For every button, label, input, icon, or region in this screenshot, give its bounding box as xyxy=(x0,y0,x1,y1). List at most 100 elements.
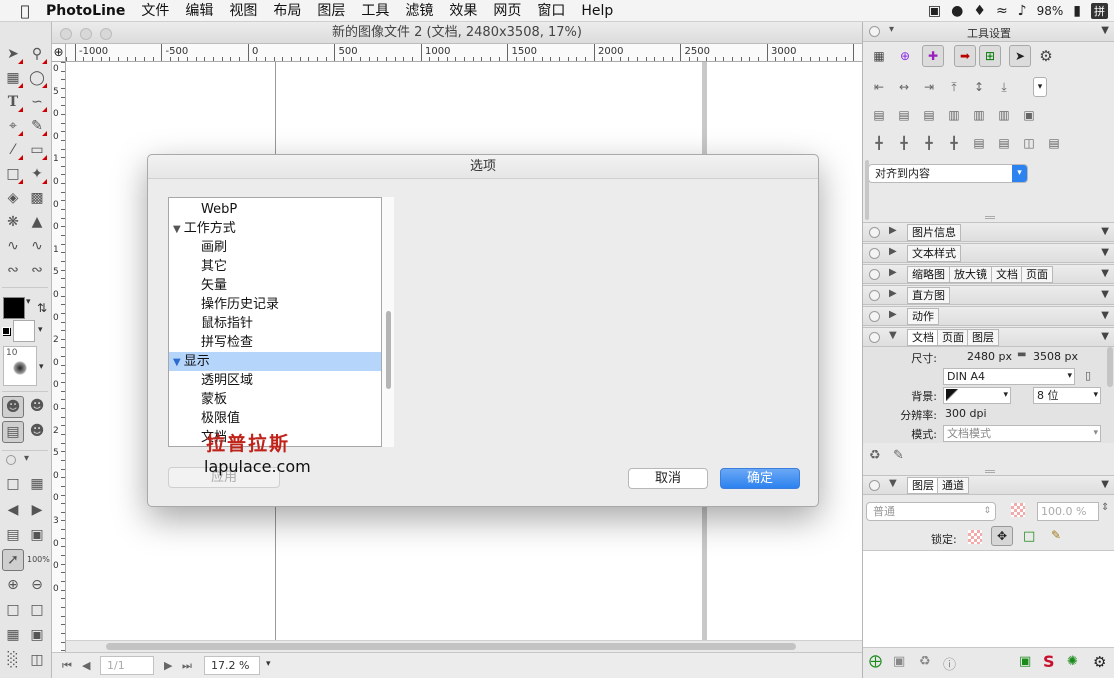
panel-menu-icon[interactable]: ▼ xyxy=(1101,247,1109,258)
distribute-vcenter-icon[interactable]: ▤ xyxy=(995,134,1013,152)
eyedropper-icon[interactable]: ✎ xyxy=(27,116,47,136)
panel-menu-icon[interactable]: ▼ xyxy=(1101,226,1109,237)
panel-close-button[interactable] xyxy=(869,290,880,301)
zoom-tool-icon[interactable]: ⚲ xyxy=(27,44,47,64)
page-field[interactable]: 1/1 xyxy=(100,656,154,675)
next-icon[interactable]: ▶ xyxy=(27,500,47,520)
brush-tool-icon[interactable]: ⁄ xyxy=(3,140,23,160)
swap-colors-icon[interactable]: ⇅ xyxy=(37,301,47,315)
smudge-tool-icon[interactable]: ∿ xyxy=(3,236,23,256)
zoom-dropdown-icon[interactable]: ▾ xyxy=(266,659,271,669)
color-dropdown-icon[interactable]: ▾ xyxy=(26,297,31,307)
zoom-field[interactable]: 17.2 % xyxy=(204,656,260,675)
list-item[interactable]: WebP xyxy=(169,200,381,219)
resolution-value[interactable]: 300 dpi xyxy=(945,407,987,420)
fullscreen-icon[interactable]: ▣ xyxy=(27,625,47,645)
tab-page[interactable]: 页面 xyxy=(937,329,969,346)
split-view-icon[interactable]: ◫ xyxy=(27,650,47,670)
panel-menu-icon[interactable]: ▼ xyxy=(1101,25,1109,36)
lock-size-icon[interactable]: □ xyxy=(1023,529,1035,544)
tab-doc[interactable]: 文档 xyxy=(907,329,939,346)
image-info-header[interactable]: ▶ 图片信息 ▼ xyxy=(863,222,1114,242)
crop-tool-icon[interactable]: ⌖ xyxy=(3,116,23,136)
collapse-arrow-icon[interactable]: ▼ xyxy=(889,478,897,489)
next-page-icon[interactable]: ▶ xyxy=(164,659,172,672)
background-select[interactable]: ▾ xyxy=(943,387,1011,404)
collapse-arrow-icon[interactable]: ▼ xyxy=(889,330,897,341)
panel-close-button[interactable] xyxy=(869,227,880,238)
align-right-edge-icon[interactable]: ▤ xyxy=(920,106,938,124)
first-page-icon[interactable]: ⏮ xyxy=(62,659,72,673)
disclosure-triangle-icon[interactable]: ▼ xyxy=(173,353,181,372)
ellipse-tool-icon[interactable]: ◯ xyxy=(27,68,47,88)
panel-menu-icon[interactable]: ▼ xyxy=(1101,268,1109,279)
distribute-hcenter-icon[interactable]: ╋ xyxy=(895,134,913,152)
new-document-icon[interactable]: □ xyxy=(3,474,23,494)
align-top-edge-icon[interactable]: ▥ xyxy=(945,106,963,124)
eraser-tool-icon[interactable]: ▭ xyxy=(27,140,47,160)
wifi-icon[interactable]: ≈ xyxy=(996,3,1008,19)
align-top-icon[interactable]: ⤒ xyxy=(945,78,963,96)
history-icon[interactable]: ▤ xyxy=(3,525,23,545)
properties-scrollbar[interactable] xyxy=(1107,347,1113,387)
align-target-select[interactable]: 对齐到内容 ▾ xyxy=(868,164,1028,183)
panel-menu-icon[interactable]: ▼ xyxy=(1101,331,1109,342)
ruler-origin-icon[interactable]: ⊕ xyxy=(52,44,66,62)
actions-header[interactable]: ▶ 动作 ▼ xyxy=(863,306,1114,326)
opacity-field[interactable]: 100.0 % xyxy=(1037,502,1099,521)
scrollbar-thumb[interactable] xyxy=(106,643,796,650)
menu-view[interactable]: 视图 xyxy=(221,0,265,22)
tab-layers[interactable]: 图层 xyxy=(907,477,939,494)
distribute-right-icon[interactable]: ╋ xyxy=(920,134,938,152)
panel-close-button[interactable] xyxy=(869,332,880,343)
mode-select[interactable]: 文档模式 ▾ xyxy=(943,425,1101,442)
horizontal-scrollbar[interactable] xyxy=(66,640,862,652)
window-minimize-button[interactable] xyxy=(80,28,92,40)
panel-menu-icon[interactable]: ▼ xyxy=(1101,479,1109,490)
stamp-tool-icon[interactable]: ▲ xyxy=(27,212,47,232)
tab-channels[interactable]: 通道 xyxy=(937,477,969,494)
brush-dropdown-icon[interactable]: ▾ xyxy=(39,362,44,372)
list-item[interactable]: 拼写检查 xyxy=(169,333,381,352)
mask-mode-alt-icon[interactable]: ☻ xyxy=(27,396,47,416)
selection-mode-icon[interactable]: ▤ xyxy=(2,421,24,443)
zoom-in-icon[interactable]: ⊕ xyxy=(3,575,23,595)
lock-position-icon[interactable]: ✥ xyxy=(991,526,1013,546)
dodge-tool-icon[interactable]: ∾ xyxy=(27,260,47,280)
list-item[interactable]: 其它 xyxy=(169,257,381,276)
align-dropdown-icon[interactable]: ▾ xyxy=(1033,77,1047,97)
list-item[interactable]: 操作历史记录 xyxy=(169,295,381,314)
panel-close-button[interactable] xyxy=(869,480,880,491)
edit-icon[interactable]: ✎ xyxy=(893,448,904,463)
menu-help[interactable]: Help xyxy=(573,0,621,22)
camera-icon[interactable]: ▣ xyxy=(27,525,47,545)
list-item[interactable]: 矢量 xyxy=(169,276,381,295)
palette-menu-icon[interactable]: ▾ xyxy=(24,453,29,464)
tab-layer[interactable]: 图层 xyxy=(967,329,999,346)
paper-size-select[interactable]: DIN A4 ▾ xyxy=(943,368,1075,385)
tab-magnifier[interactable]: 放大镜 xyxy=(949,266,992,283)
tab-text-style[interactable]: 文本样式 xyxy=(907,245,961,262)
histogram-header[interactable]: ▶ 直方图 ▼ xyxy=(863,285,1114,305)
align-vcenter-icon[interactable]: ↕ xyxy=(970,78,988,96)
page-view-alt-icon[interactable]: □ xyxy=(27,600,47,620)
menu-filter[interactable]: 滤镜 xyxy=(397,0,441,22)
orientation-icon[interactable]: ▯ xyxy=(1085,369,1091,382)
list-scrollbar[interactable] xyxy=(382,197,394,447)
last-page-icon[interactable]: ⏭ xyxy=(182,659,192,673)
list-group[interactable]: ▼ 显示 xyxy=(169,352,381,371)
new-layer-icon[interactable]: ⨁ xyxy=(869,654,882,669)
options-category-list[interactable]: WebP ▼ 工作方式 画刷 其它 矢量 操作历史记录 鼠标指针 拼写检查 ▼ 显示 透明区域 蒙板 极限… xyxy=(168,197,382,447)
previous-icon[interactable]: ◀ xyxy=(3,500,23,520)
layers-panel-header[interactable]: ▼ 图层 通道 ▼ xyxy=(863,475,1114,495)
expand-arrow-icon[interactable]: ▶ xyxy=(889,225,897,236)
tab-document[interactable]: 文档 xyxy=(991,266,1023,283)
vertical-ruler[interactable]: 0 5 0 0 1 0 0 0 1 5 0 0 2 0 0 0 2 5 0 0 3 0 0 0 xyxy=(52,62,66,652)
panel-close-button[interactable] xyxy=(869,248,880,259)
layer-settings-gear-icon[interactable]: ⚙ xyxy=(1093,653,1106,671)
foreground-color-swatch[interactable] xyxy=(3,297,25,319)
panel-close-button[interactable] xyxy=(869,269,880,280)
disclosure-triangle-icon[interactable]: ▼ xyxy=(173,220,181,239)
tab-thumbnail[interactable]: 缩略图 xyxy=(907,266,950,283)
expand-arrow-icon[interactable]: ▶ xyxy=(889,309,897,320)
